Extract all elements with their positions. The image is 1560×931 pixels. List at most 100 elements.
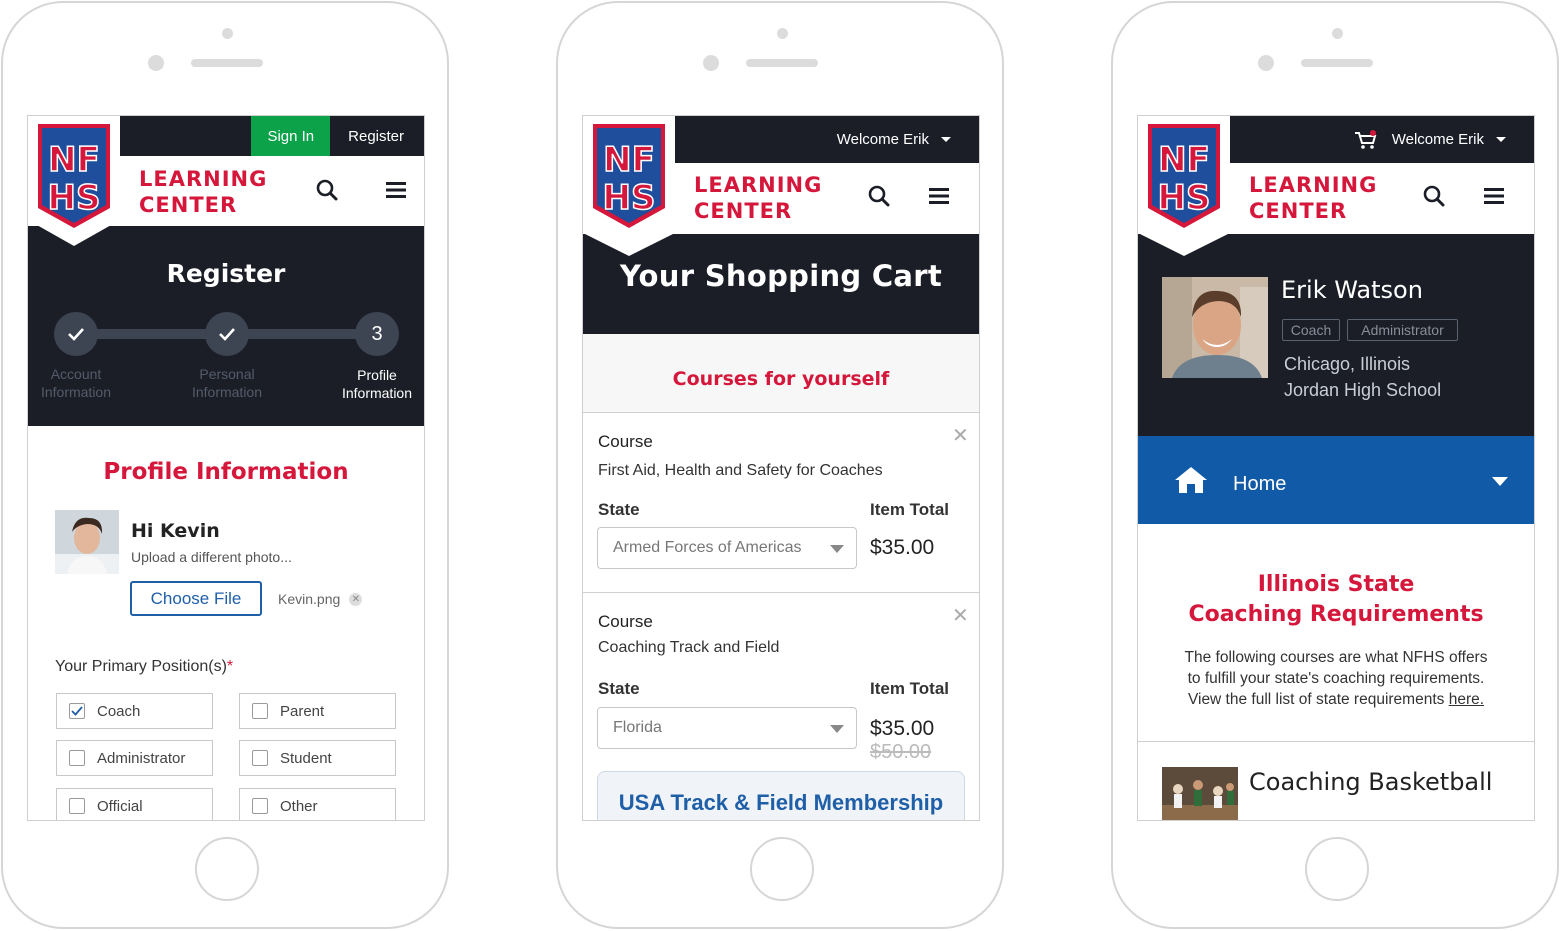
hamburger-menu-icon[interactable]	[928, 187, 950, 205]
search-icon[interactable]	[316, 179, 338, 201]
position-other-checkbox[interactable]: Other	[239, 788, 396, 820]
course-title[interactable]: Coaching Basketball	[1249, 768, 1492, 796]
state-select[interactable]: Armed Forces of Americas	[597, 527, 857, 569]
section-title: Courses for yourself	[672, 368, 890, 390]
caret-down-icon	[1496, 137, 1506, 142]
register-screen: NF HS Sign In Register LEARNING CENTER R…	[27, 115, 425, 821]
positions-label: Your Primary Position(s)*	[55, 658, 234, 675]
dropdown-arrow-icon	[830, 725, 844, 733]
top-bar: Welcome Erik	[1230, 116, 1534, 163]
position-student-checkbox[interactable]: Student	[239, 740, 396, 776]
requirements-text: The following courses are what NFHS offe…	[1184, 649, 1488, 708]
user-school: Jordan High School	[1284, 380, 1442, 400]
remove-item-icon[interactable]: ✕	[952, 423, 969, 448]
checkbox-unchecked	[252, 750, 268, 766]
svg-text:NF: NF	[48, 140, 100, 180]
requirements-link[interactable]: here.	[1449, 691, 1484, 708]
course-name: Coaching Track and Field	[598, 639, 780, 656]
phone-home-button[interactable]	[1305, 837, 1369, 901]
nfhs-logo[interactable]: NF HS	[583, 116, 675, 256]
step-1-label: Account Information	[40, 366, 112, 400]
checkbox-unchecked	[252, 703, 268, 719]
user-name: Erik Watson	[1281, 276, 1423, 304]
cart-screen: NF HS Welcome Erik LEARNING CENTER Your …	[582, 115, 980, 821]
checkbox-unchecked	[252, 798, 268, 814]
choose-file-button[interactable]: Choose File	[130, 581, 262, 616]
course-label: Course	[598, 612, 653, 631]
position-official-checkbox[interactable]: Official	[56, 788, 213, 820]
hamburger-menu-icon[interactable]	[1483, 187, 1505, 205]
checkbox-unchecked	[69, 750, 85, 766]
section-title: Profile Information	[103, 459, 349, 485]
proximity-sensor	[1258, 55, 1274, 71]
brand-wordmark: LEARNING CENTER	[1249, 172, 1377, 224]
course-label: Course	[598, 432, 653, 451]
sign-in-button[interactable]: Sign In	[251, 116, 331, 156]
position-administrator-checkbox[interactable]: Administrator	[56, 740, 213, 776]
role-tag: Coach	[1282, 319, 1340, 341]
shopping-cart-icon[interactable]	[1354, 129, 1378, 150]
front-camera	[1332, 28, 1343, 39]
phone-frame-cart: NF HS Welcome Erik LEARNING CENTER Your …	[556, 1, 1004, 929]
state-select[interactable]: Florida	[597, 707, 857, 749]
membership-upsell-card[interactable]: USA Track & Field Membership	[597, 771, 965, 820]
item-price: $35.00	[870, 717, 935, 740]
state-label: State	[598, 500, 640, 519]
position-coach-checkbox[interactable]: Coach	[56, 693, 213, 729]
home-icon	[1175, 467, 1207, 493]
greeting: Hi Kevin	[131, 520, 220, 542]
item-total-label: Item Total	[870, 679, 950, 698]
cart-item: ✕ Course First Aid, Health and Safety fo…	[583, 412, 979, 592]
chevron-down-icon	[1492, 477, 1508, 486]
search-icon[interactable]	[1423, 185, 1445, 207]
step-1-done	[54, 312, 98, 356]
step-3-active: 3	[355, 312, 399, 356]
phone-home-button[interactable]	[750, 837, 814, 901]
user-menu-toggle[interactable]: Welcome Erik	[837, 131, 979, 148]
nfhs-logo[interactable]: NF HS	[28, 116, 120, 256]
dropdown-arrow-icon	[830, 545, 844, 553]
check-icon	[71, 706, 83, 716]
top-bar: Welcome Erik	[675, 116, 979, 163]
item-price: $35.00	[870, 536, 935, 559]
phone-frame-register: NF HS Sign In Register LEARNING CENTER R…	[1, 1, 449, 929]
svg-text:NF: NF	[603, 140, 655, 180]
upload-photo-link[interactable]: Upload a different photo...	[131, 549, 292, 565]
profile-avatar	[1162, 277, 1268, 378]
phone-home-button[interactable]	[195, 837, 259, 901]
selected-file: Kevin.png ✕	[278, 591, 363, 607]
check-icon	[219, 328, 235, 341]
user-menu-toggle[interactable]: Welcome Erik	[1392, 131, 1534, 148]
register-button[interactable]: Register	[330, 116, 424, 156]
earpiece-speaker	[1301, 59, 1373, 67]
remove-item-icon[interactable]: ✕	[952, 603, 969, 628]
brand-line-1: LEARNING	[694, 173, 823, 197]
brand-wordmark: LEARNING CENTER	[694, 172, 822, 224]
proximity-sensor	[148, 55, 164, 71]
file-name: Kevin.png	[278, 591, 341, 607]
hamburger-menu-icon[interactable]	[385, 181, 407, 199]
svg-text:HS: HS	[1158, 178, 1211, 218]
brand-line-2: CENTER	[694, 199, 793, 223]
nav-label: Home	[1233, 473, 1287, 495]
course-name: First Aid, Health and Safety for Coaches	[598, 462, 883, 479]
svg-text:HS: HS	[48, 178, 101, 218]
item-original-price: $50.00	[870, 741, 932, 763]
front-camera	[777, 28, 788, 39]
earpiece-speaker	[746, 59, 818, 67]
step-2-label: Personal Information	[191, 366, 263, 400]
brand-wordmark: LEARNING CENTER	[139, 166, 267, 218]
nfhs-logo[interactable]: NF HS	[1138, 116, 1230, 256]
svg-text:NF: NF	[1158, 140, 1210, 180]
remove-file-icon[interactable]: ✕	[349, 592, 363, 606]
home-nav-dropdown[interactable]: Home	[1138, 436, 1534, 524]
step-3-label: Profile Information	[341, 367, 413, 401]
cart-section-header: Courses for yourself	[583, 334, 979, 412]
search-icon[interactable]	[868, 185, 890, 207]
requirements-title: Illinois State Coaching Requirements	[1188, 572, 1484, 627]
page-title: Your Shopping Cart	[619, 259, 943, 293]
course-thumbnail[interactable]	[1162, 767, 1238, 820]
check-icon	[68, 328, 84, 341]
position-parent-checkbox[interactable]: Parent	[239, 693, 396, 729]
front-camera	[222, 28, 233, 39]
